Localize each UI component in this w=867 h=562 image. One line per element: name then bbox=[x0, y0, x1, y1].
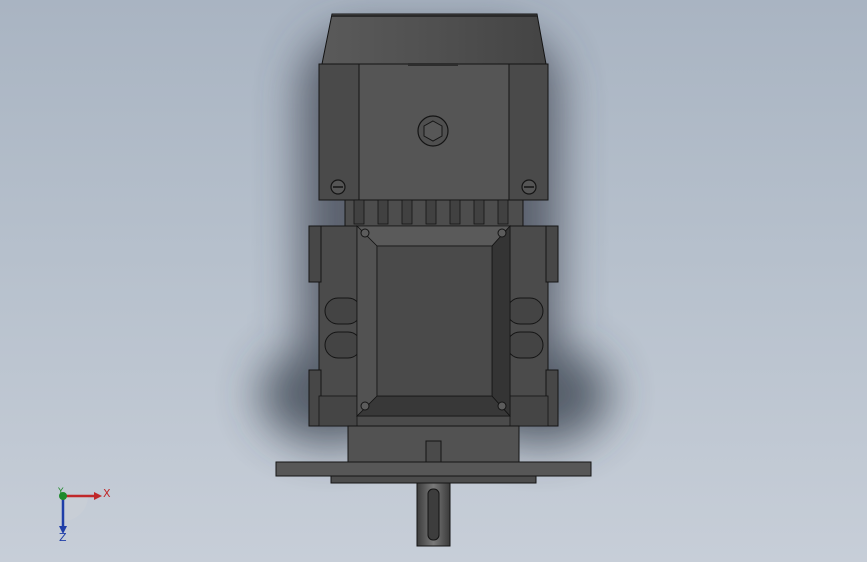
hex-plug-icon[interactable] bbox=[417, 115, 449, 147]
cooling-fins bbox=[344, 199, 524, 227]
screw-left-icon[interactable] bbox=[330, 179, 346, 195]
slot-left-bottom bbox=[324, 331, 362, 359]
slot-left-top bbox=[324, 297, 362, 325]
graphics-viewport[interactable] bbox=[0, 0, 867, 562]
flange-recess[interactable] bbox=[356, 224, 511, 418]
output-shaft[interactable] bbox=[416, 482, 451, 547]
output-housing[interactable] bbox=[347, 425, 520, 463]
slot-right-bottom bbox=[506, 331, 544, 359]
bolt-top-right-icon[interactable] bbox=[497, 228, 507, 238]
x-axis-head bbox=[94, 492, 102, 500]
z-axis-label: Z bbox=[59, 531, 67, 544]
slot-right-top bbox=[506, 297, 544, 325]
screw-right-icon[interactable] bbox=[521, 179, 537, 195]
mounting-flange[interactable] bbox=[275, 461, 592, 484]
x-axis-label: X bbox=[103, 487, 111, 500]
bolt-bottom-left-icon[interactable] bbox=[360, 401, 370, 411]
bolt-bottom-right-icon[interactable] bbox=[497, 401, 507, 411]
model-view bbox=[260, 13, 610, 547]
y-axis-label: Y bbox=[58, 487, 64, 497]
motor-end-cap[interactable] bbox=[321, 13, 547, 65]
orientation-triad: X Y Z bbox=[40, 478, 120, 548]
bolt-top-left-icon[interactable] bbox=[360, 228, 370, 238]
